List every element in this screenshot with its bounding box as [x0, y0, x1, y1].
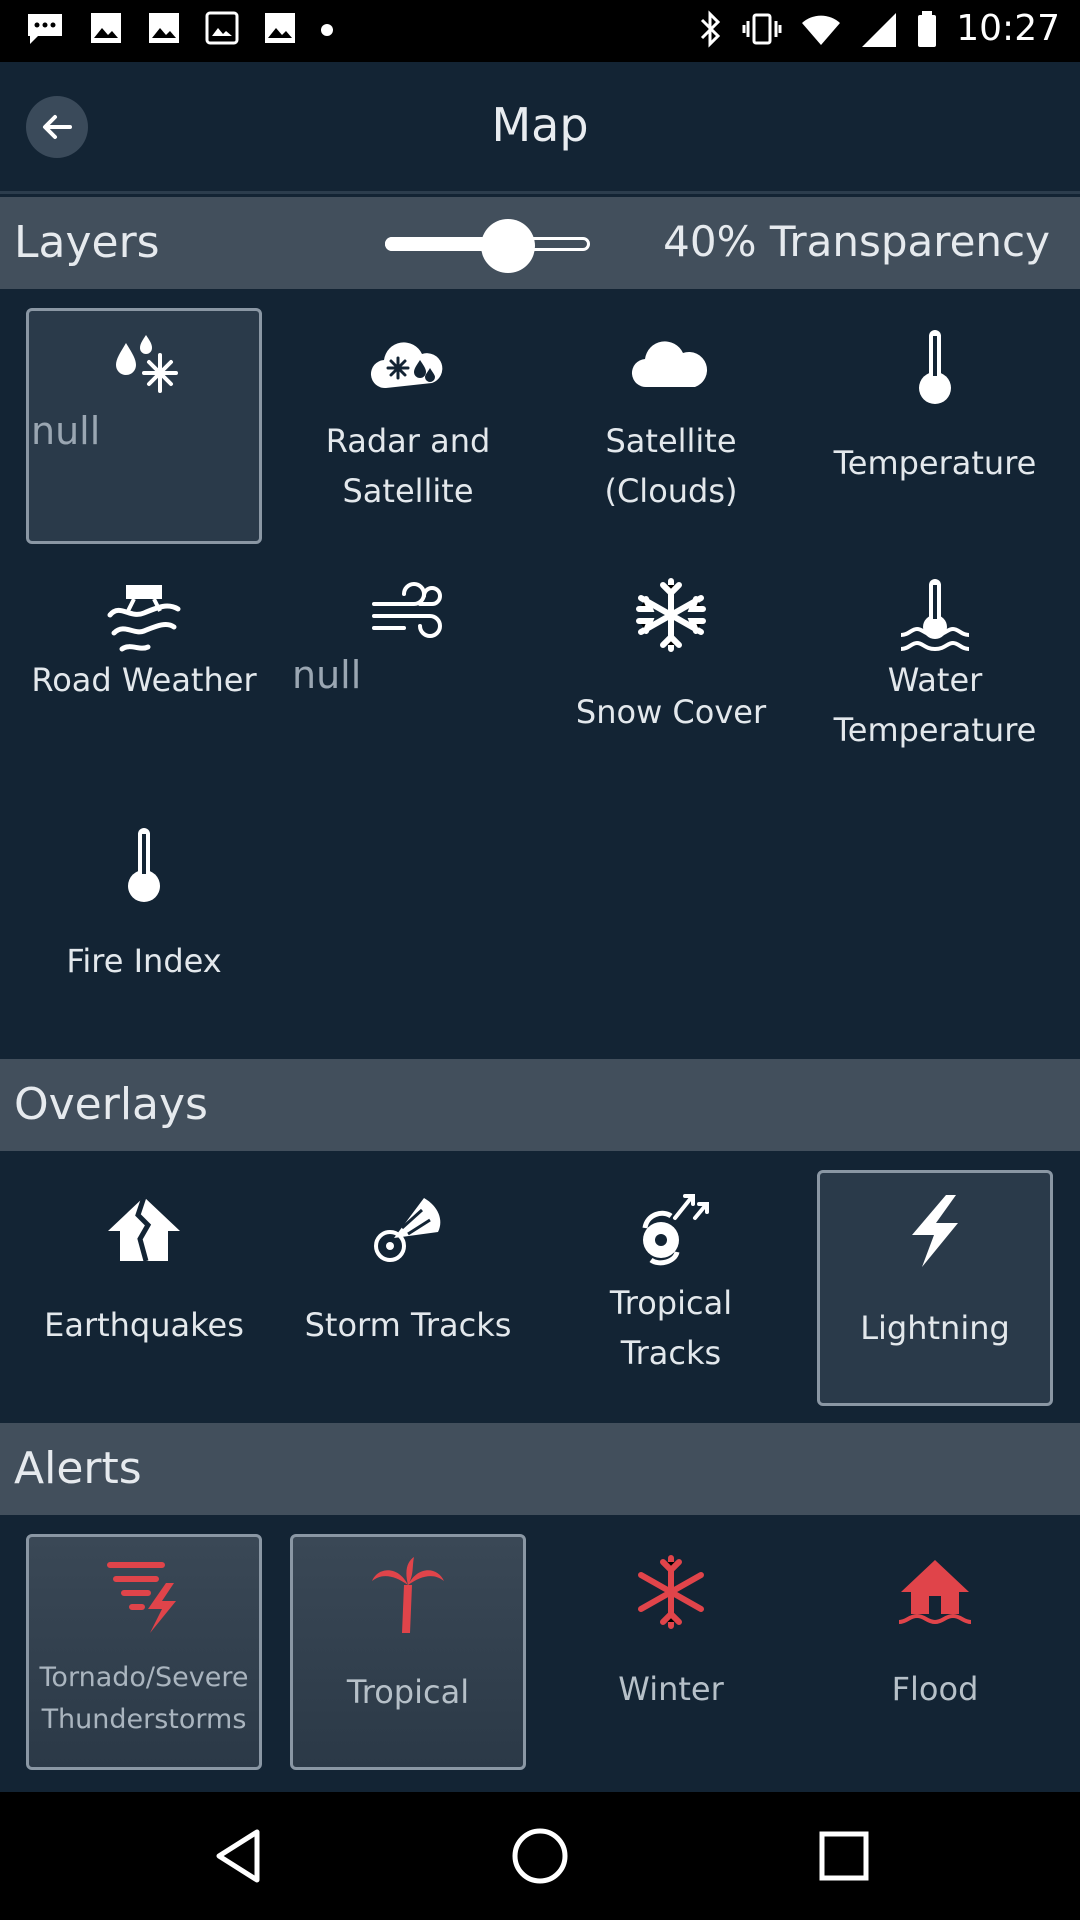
layer-tile-water-temperature[interactable]: Water Temperature: [817, 557, 1053, 793]
layer-tile-precipitation[interactable]: null: [26, 308, 262, 544]
overlay-tile-label: Earthquakes: [44, 1306, 244, 1344]
dot-icon: [321, 24, 333, 36]
overlays-section-header: Overlays: [0, 1059, 1080, 1151]
layer-tile-label: Snow Cover: [575, 693, 767, 731]
palm-tree-icon: [293, 1555, 523, 1635]
cloud-icon: [553, 326, 789, 406]
layer-tile-temperature[interactable]: Temperature: [817, 308, 1053, 544]
circle-home-icon: [512, 1828, 568, 1884]
flood-house-icon: [817, 1552, 1053, 1632]
transparency-slider[interactable]: [385, 219, 590, 273]
radar-satellite-icon: [290, 326, 526, 406]
overlay-tile-tropical-tracks[interactable]: Tropical Tracks: [553, 1170, 789, 1406]
overlay-tile-lightning[interactable]: Lightning: [817, 1170, 1053, 1406]
layer-tile-label: Water Temperature: [833, 661, 1037, 749]
layers-section-header: Layers 40% Transparency: [0, 197, 1080, 289]
thermometer-icon: [26, 824, 262, 904]
triangle-back-icon: [216, 1829, 260, 1883]
layer-tile-label: null: [31, 409, 101, 453]
notification-icons: [24, 10, 334, 46]
snowflake-icon: [553, 1552, 789, 1632]
layer-tile-label: Temperature: [833, 444, 1037, 482]
messages-icon: [28, 14, 62, 44]
thermometer-icon: [817, 326, 1053, 406]
bluetooth-icon: [701, 9, 721, 48]
alert-tile-tornado[interactable]: Tornado/Severe Thunderstorms: [26, 1534, 262, 1770]
slider-thumb[interactable]: [481, 219, 535, 273]
wind-icon: [290, 575, 526, 655]
road-weather-label: Road Weather: [31, 661, 257, 699]
overlay-tile-label: Lightning: [860, 1309, 1010, 1347]
layer-tile-satellite-clouds[interactable]: Satellite (Clouds): [553, 308, 789, 544]
image-icon: [91, 13, 121, 43]
overlays-title: Overlays: [14, 1079, 208, 1130]
layer-tile-label: Satellite (Clouds): [604, 422, 738, 510]
status-bar: 10:27: [0, 0, 1080, 62]
layers-title: Layers: [14, 217, 160, 268]
signal-icon: [862, 12, 897, 47]
overlay-tile-storm-tracks[interactable]: Storm Tracks: [290, 1170, 526, 1406]
earthquake-icon: [26, 1188, 262, 1268]
status-time: 10:27: [956, 8, 1060, 49]
alert-tile-label: Tropical: [346, 1673, 470, 1711]
precipitation-snow-icon: [29, 329, 259, 409]
nav-recents-button[interactable]: [814, 1826, 874, 1886]
alert-label-line1: Tornado/Severe: [39, 1662, 249, 1693]
alert-tile-tropical[interactable]: Tropical: [290, 1534, 526, 1770]
alert-tile-label: Winter: [618, 1670, 724, 1708]
snowflake-icon: [553, 575, 789, 655]
page-title: Map: [491, 98, 589, 152]
image-icon: [149, 13, 179, 43]
layer-tile-label: Road Weather: [30, 655, 258, 705]
layer-tile-wind[interactable]: null: [290, 557, 526, 793]
overlay-tile-label: Storm Tracks: [304, 1306, 512, 1344]
alert-tile-flood[interactable]: Flood: [817, 1534, 1053, 1770]
layer-tile-road-weather[interactable]: Road Weather: [26, 557, 262, 793]
system-navigation-bar: [0, 1792, 1080, 1920]
square-recents-icon: [819, 1831, 869, 1881]
battery-icon: [918, 10, 937, 47]
vibrate-icon: [742, 13, 782, 44]
alert-tile-label: Tornado/Severe Thunderstorms: [33, 1657, 255, 1741]
alert-label-line2: Thunderstorms: [41, 1704, 247, 1735]
app-header: Map: [0, 62, 1080, 194]
lightning-icon: [820, 1191, 1050, 1271]
alert-tile-label: Flood: [891, 1670, 979, 1708]
wifi-icon: [802, 15, 841, 45]
gallery-icon: [205, 11, 239, 45]
water-thermometer-icon: [817, 575, 1053, 655]
nav-back-button[interactable]: [208, 1826, 268, 1886]
storm-tracks-icon: [290, 1188, 526, 1268]
tornado-icon: [29, 1555, 259, 1635]
layer-tile-label: null: [292, 653, 362, 697]
overlay-tile-label: Tropical Tracks: [609, 1284, 733, 1372]
alert-tile-winter[interactable]: Winter: [553, 1534, 789, 1770]
hurricane-icon: [553, 1188, 789, 1268]
layer-tile-snow-cover[interactable]: Snow Cover: [553, 557, 789, 793]
layer-tile-label: Fire Index: [66, 942, 222, 980]
overlay-tile-earthquakes[interactable]: Earthquakes: [26, 1170, 262, 1406]
alerts-title: Alerts: [14, 1443, 142, 1494]
layer-tile-radar-satellite[interactable]: Radar and Satellite: [290, 308, 526, 544]
image-icon: [265, 13, 295, 43]
road-weather-icon: [26, 575, 262, 655]
layer-tile-label: Radar and Satellite: [325, 422, 491, 510]
transparency-label: 40% Transparency: [663, 217, 1050, 266]
nav-home-button[interactable]: [510, 1826, 570, 1886]
layer-tile-fire-index[interactable]: Fire Index: [26, 806, 262, 1042]
map-settings-screen: Map Layers 40% Transparency null Radar a…: [0, 62, 1080, 1792]
alerts-section-header: Alerts: [0, 1423, 1080, 1515]
system-status: 10:27: [698, 8, 1060, 49]
